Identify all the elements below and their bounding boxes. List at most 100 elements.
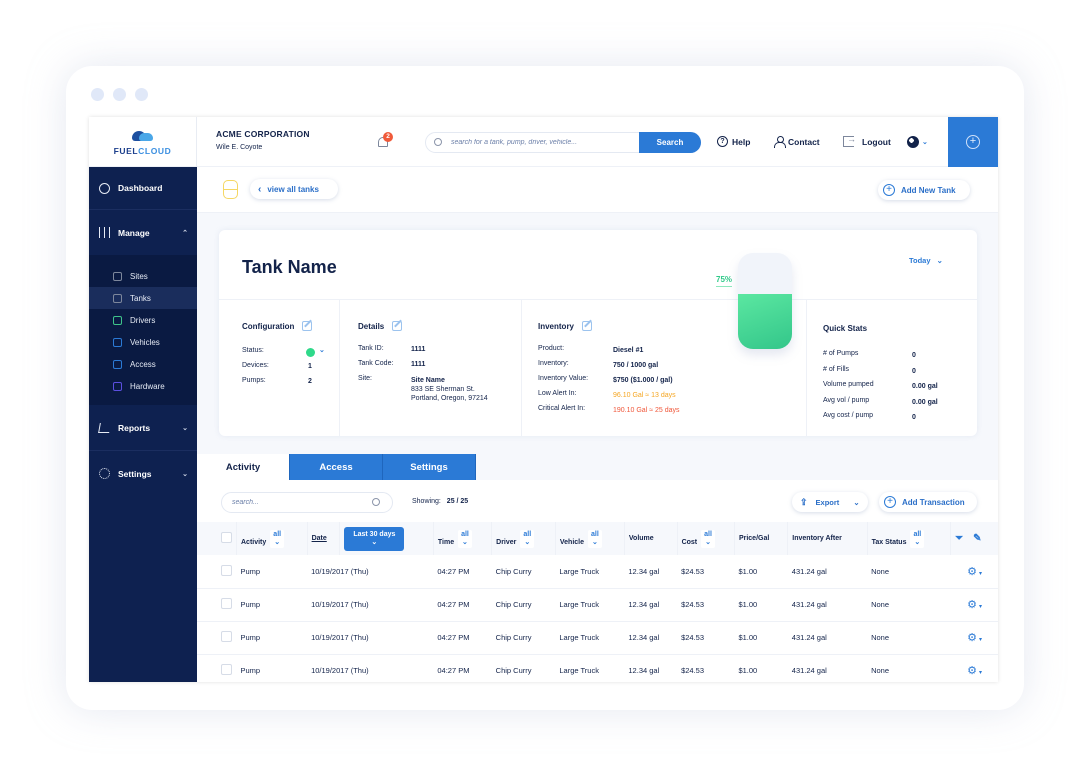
add-transaction-button[interactable]: + Add Transaction bbox=[879, 492, 977, 512]
table-cell: $24.53 bbox=[677, 555, 735, 589]
row-actions[interactable]: ⚙ ▾ bbox=[950, 621, 998, 655]
row-checkbox[interactable] bbox=[221, 631, 232, 642]
column-header-cost[interactable]: Costall ⌄ bbox=[677, 522, 735, 555]
column-header-time[interactable]: Timeall ⌄ bbox=[433, 522, 493, 555]
sidebar-item-drivers[interactable]: Drivers bbox=[89, 309, 197, 331]
sidebar-item-dashboard[interactable]: Dashboard bbox=[89, 167, 197, 210]
column-header-vehicle[interactable]: Vehicleall ⌄ bbox=[555, 522, 625, 555]
column-filter-all[interactable]: all ⌄ bbox=[458, 529, 472, 548]
sidebar-item-reports[interactable]: Reports ⌄ bbox=[89, 405, 197, 450]
edit-icon[interactable] bbox=[392, 321, 403, 331]
table-cell: 12.34 gal bbox=[624, 588, 678, 622]
help-link[interactable]: ? Help bbox=[717, 136, 750, 147]
sidebar-item-manage[interactable]: Manage ⌃ bbox=[89, 210, 197, 255]
sidebar-item-label: Reports bbox=[118, 422, 151, 433]
status-dropdown-chevron-icon[interactable]: ⌄ bbox=[319, 346, 325, 354]
column-filter-all[interactable]: all ⌄ bbox=[910, 529, 925, 548]
sidebar-item-label: Sites bbox=[130, 271, 148, 281]
column-filter-all[interactable]: all ⌄ bbox=[270, 529, 285, 548]
low-alert-label: Low Alert In: bbox=[538, 390, 577, 397]
logout-link[interactable]: Logout bbox=[843, 134, 891, 147]
gear-icon bbox=[99, 468, 110, 479]
sidebar-item-access[interactable]: Access bbox=[89, 353, 197, 375]
row-checkbox[interactable] bbox=[221, 664, 232, 675]
row-select-cell bbox=[197, 588, 237, 622]
chevron-down-icon: ⌄ bbox=[462, 538, 468, 546]
table-cell: None bbox=[867, 555, 951, 589]
table-row[interactable]: Pump 10/19/2017 (Thu) 04:27 PM Chip Curry La… bbox=[197, 555, 998, 589]
edit-columns-icon[interactable]: ✎ bbox=[973, 533, 981, 544]
column-label: Date bbox=[311, 535, 327, 542]
select-all-checkbox[interactable] bbox=[221, 532, 232, 543]
sidebar-item-settings[interactable]: Settings ⌄ bbox=[89, 451, 197, 496]
row-actions[interactable]: ⚙ ▾ bbox=[950, 588, 998, 622]
sidebar-item-sites[interactable]: Sites bbox=[89, 265, 197, 287]
row-select-cell bbox=[197, 621, 237, 655]
table-cell: $24.53 bbox=[677, 621, 735, 655]
company-info: ACME CORPORATION Wile E. Coyote bbox=[216, 129, 310, 151]
row-actions[interactable]: ⚙ ▾ bbox=[950, 555, 998, 589]
quick-add-button[interactable]: + bbox=[948, 117, 998, 167]
lock-icon bbox=[113, 359, 122, 369]
driver-icon bbox=[113, 315, 122, 325]
row-actions[interactable]: ⚙ ▾ bbox=[950, 654, 998, 682]
table-cell: 10/19/2017 (Thu) bbox=[307, 555, 434, 589]
search-button[interactable]: Search bbox=[639, 132, 701, 153]
column-header-inventory-after[interactable]: Inventory After bbox=[787, 522, 868, 555]
activity-search-input[interactable] bbox=[232, 493, 362, 512]
section-title: Configuration bbox=[242, 321, 313, 331]
tab-settings[interactable]: Settings bbox=[383, 454, 476, 480]
row-checkbox[interactable] bbox=[221, 564, 232, 576]
plus-circle-icon: + bbox=[883, 184, 895, 196]
row-select-cell bbox=[197, 654, 237, 682]
column-header-tax-status[interactable]: Tax Statusall ⌄ bbox=[867, 522, 952, 555]
sidebar-item-tanks[interactable]: Tanks bbox=[89, 287, 197, 309]
table-cell: $1.00 bbox=[734, 654, 788, 682]
column-header-driver[interactable]: Driverall ⌄ bbox=[491, 522, 556, 555]
column-header-activity[interactable]: Activityall ⌄ bbox=[236, 522, 308, 555]
column-header-price-gal[interactable]: Price/Gal bbox=[734, 522, 789, 555]
edit-icon[interactable] bbox=[302, 321, 313, 331]
add-new-tank-button[interactable]: + Add New Tank bbox=[878, 180, 970, 200]
chevron-down-icon: ⌄ bbox=[182, 424, 188, 432]
global-search-input[interactable] bbox=[451, 133, 631, 152]
quick-stat-label: Avg vol / pump bbox=[823, 396, 870, 404]
date-range-filter[interactable]: Last 30 days ⌄ bbox=[344, 526, 405, 551]
column-header-date[interactable]: Date bbox=[307, 522, 341, 555]
logo[interactable]: FUELCLOUD bbox=[89, 117, 197, 167]
dashboard-icon bbox=[99, 182, 110, 194]
contact-link[interactable]: Contact bbox=[774, 136, 820, 148]
chevron-down-icon: ⌄ bbox=[371, 538, 378, 546]
period-dropdown[interactable]: Today ⌄ bbox=[909, 256, 943, 265]
row-checkbox[interactable] bbox=[221, 598, 232, 609]
sidebar: Dashboard Manage ⌃ Sites Tanks Drivers Vehi… bbox=[89, 167, 197, 682]
cloud-logo-icon bbox=[131, 129, 154, 141]
tab-access[interactable]: Access bbox=[290, 454, 383, 480]
tab-activity[interactable]: Activity bbox=[197, 454, 290, 480]
export-dropdown[interactable]: ⇪ Export ⌄ bbox=[792, 492, 868, 512]
notification-button[interactable]: 2 bbox=[377, 132, 393, 149]
column-filter-all[interactable]: all ⌄ bbox=[701, 529, 715, 548]
table-row[interactable]: Pump 10/19/2017 (Thu) 04:27 PM Chip Curry La… bbox=[197, 588, 998, 622]
inventory-value-amount: $750 ($1.000 / gal) bbox=[613, 377, 673, 384]
search-icon[interactable] bbox=[372, 498, 380, 506]
sidebar-item-label: Tanks bbox=[130, 293, 151, 303]
export-label: Export bbox=[815, 497, 840, 507]
language-selector[interactable]: ⌄ bbox=[907, 136, 928, 148]
sidebar-item-label: Vehicles bbox=[130, 337, 160, 347]
column-filter-all[interactable]: all ⌄ bbox=[588, 529, 602, 548]
column-filter-all[interactable]: all ⌄ bbox=[520, 529, 535, 548]
search-icon bbox=[434, 138, 442, 146]
filter-icon[interactable]: ⏷ bbox=[955, 533, 963, 544]
view-all-tanks-button[interactable]: ‹ view all tanks bbox=[250, 179, 338, 199]
column-header-volume[interactable]: Volume bbox=[624, 522, 678, 555]
sidebar-item-vehicles[interactable]: Vehicles bbox=[89, 331, 197, 353]
table-row[interactable]: Pump 10/19/2017 (Thu) 04:27 PM Chip Curry La… bbox=[197, 654, 998, 682]
table-cell: 10/19/2017 (Thu) bbox=[307, 621, 434, 655]
sidebar-item-hardware[interactable]: Hardware bbox=[89, 375, 197, 397]
caret-down-icon: ▾ bbox=[978, 604, 982, 610]
site-name[interactable]: Site Name bbox=[411, 377, 445, 384]
edit-icon[interactable] bbox=[582, 321, 593, 331]
help-label: Help bbox=[732, 136, 751, 147]
table-row[interactable]: Pump 10/19/2017 (Thu) 04:27 PM Chip Curry La… bbox=[197, 621, 998, 655]
